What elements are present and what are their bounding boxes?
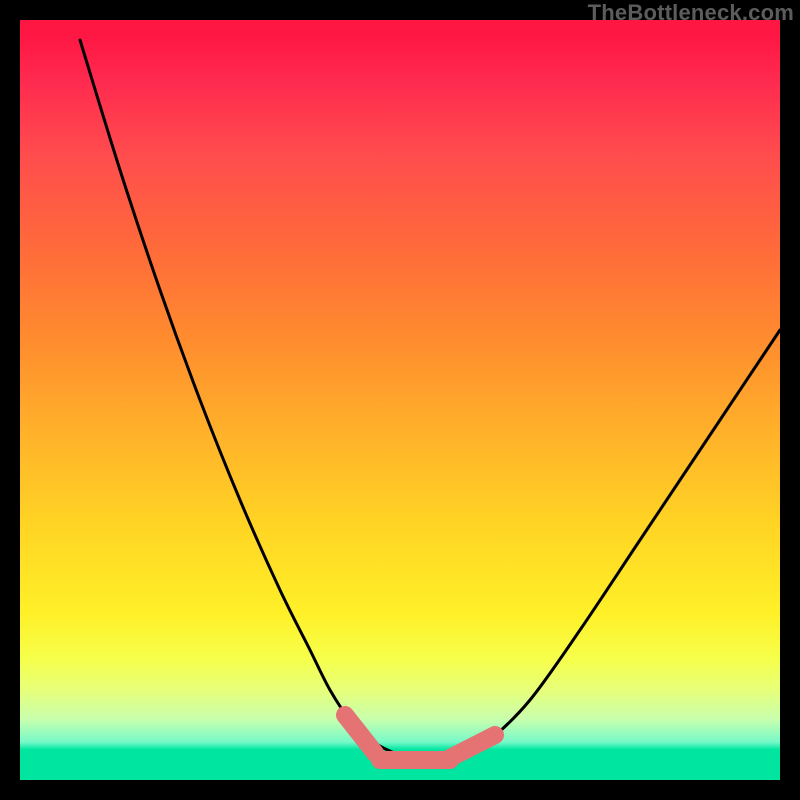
chart-frame — [20, 20, 780, 780]
chart-gradient-background — [20, 20, 780, 780]
